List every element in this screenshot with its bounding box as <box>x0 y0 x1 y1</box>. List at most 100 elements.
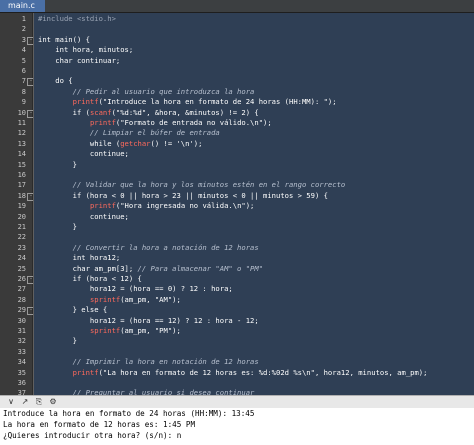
line-number: 12 <box>17 129 26 138</box>
line-number: 34 <box>17 358 26 367</box>
code-line: } <box>34 222 474 232</box>
code-line: while (getchar() != '\n'); <box>34 139 474 149</box>
code-token: // Imprimir la hora en notación de 12 ho… <box>38 357 259 367</box>
code-token: // Convertir la hora a notación de 12 ho… <box>38 242 259 252</box>
line-number: 3 <box>21 35 26 44</box>
code-token: sprintf <box>89 294 121 304</box>
code-token: continue; <box>38 149 129 159</box>
editor-tab-bar: main.c <box>0 0 474 13</box>
code-line: int hora12; <box>34 253 474 263</box>
code-line: // Pedir al usuario que introduzca la ho… <box>34 87 474 97</box>
code-token: (am_pm, "PM"); <box>120 326 181 335</box>
code-line: // Validar que la hora y los minutos est… <box>34 180 474 190</box>
line-number: 21 <box>17 223 26 231</box>
code-token: // Pedir al usuario que introduzca la ho… <box>38 86 255 96</box>
code-token: ("%d:%d", &hora, &minutos) != 2) { <box>111 107 259 117</box>
code-token: ("Introduce la hora en formato de 24 hor… <box>98 97 337 107</box>
line-number: 17 <box>17 181 26 190</box>
settings-gear-icon[interactable]: ⚙ <box>48 397 58 407</box>
console-line: La hora en formato de 12 horas es: 1:45 … <box>3 420 196 429</box>
line-number: 30 <box>17 316 26 325</box>
line-number: 13 <box>17 139 26 148</box>
code-line: do { <box>34 76 474 86</box>
code-line: if (hora < 12) { <box>34 274 474 284</box>
code-token: if (hora < 12) { <box>38 274 142 283</box>
code-line: #include <stdio.h> <box>34 14 474 24</box>
code-line: printf("Introduce la hora en formato de … <box>34 97 474 107</box>
code-token: scanf <box>89 107 112 117</box>
code-token: } <box>38 159 77 169</box>
code-token: if ( <box>38 107 90 117</box>
code-token: (am_pm, "AM"); <box>120 294 181 304</box>
code-token: // Preguntar al usuario si desea continu… <box>38 388 255 395</box>
code-token: sprintf <box>89 326 121 335</box>
line-number: 4 <box>21 46 26 55</box>
line-number: 8 <box>21 87 26 96</box>
code-line: } <box>34 336 474 346</box>
line-number: 9 <box>21 98 26 107</box>
code-line: sprintf(am_pm, "PM"); <box>34 326 474 336</box>
code-token: while ( <box>38 138 121 148</box>
code-token: #include <stdio.h> <box>38 14 116 23</box>
line-number: 27 <box>17 285 26 294</box>
code-line: } else { <box>34 305 474 315</box>
code-token: if (hora < 0 || hora > 23 || minutos < 0… <box>38 190 328 200</box>
code-token: () != '\n'); <box>150 138 203 148</box>
code-line: hora12 = (hora == 12) ? 12 : hora - 12; <box>34 316 474 326</box>
code-token: printf <box>89 201 116 211</box>
code-line: sprintf(am_pm, "AM"); <box>34 295 474 305</box>
code-token: continue; <box>38 211 129 221</box>
line-number: 14 <box>17 150 26 159</box>
code-token: // Validar que la hora y los minutos est… <box>38 180 346 190</box>
code-token: ("Hora ingresada no válida.\n"); <box>115 201 255 211</box>
line-number: 16 <box>17 171 26 179</box>
line-number: 15 <box>17 160 26 169</box>
tab-label: main.c <box>8 1 35 10</box>
code-line: // Limpiar el búfer de entrada <box>34 128 474 138</box>
code-line: printf("Formato de entrada no válido.\n"… <box>34 118 474 128</box>
code-line: continue; <box>34 212 474 222</box>
line-number: 28 <box>17 295 26 304</box>
code-token: } <box>38 222 77 231</box>
code-line: char am_pm[3]; // Para almacenar "AM" o … <box>34 264 474 274</box>
code-token: hora12 = (hora == 12) ? 12 : hora - 12; <box>38 315 259 325</box>
code-token: getchar <box>120 138 151 148</box>
code-token: hora12 = (hora == 0) ? 12 : hora; <box>38 284 233 294</box>
line-number: 10 <box>17 108 26 117</box>
code-token: ("La hora en formato de 12 horas es: %d:… <box>98 367 428 377</box>
console-line: Introduce la hora en formato de 24 horas… <box>3 409 255 418</box>
line-number: 32 <box>17 337 26 346</box>
expand-arrow-icon[interactable]: ↗ <box>20 397 30 407</box>
line-number: 23 <box>17 243 26 252</box>
line-number: 36 <box>17 379 26 387</box>
code-line: if (hora < 0 || hora > 23 || minutos < 0… <box>34 191 474 201</box>
console-toolbar: ∨ ↗ ⎘ ⚙ <box>0 395 474 409</box>
clear-console-icon[interactable]: ⎘ <box>34 397 44 407</box>
line-number: 5 <box>21 56 26 65</box>
line-number: 29 <box>17 306 26 315</box>
console-output[interactable]: Introduce la hora en formato de 24 horas… <box>0 408 474 445</box>
line-number: 19 <box>17 202 26 211</box>
line-number: 24 <box>17 254 26 263</box>
code-token: // Para almacenar "AM" o "PM" <box>137 263 264 273</box>
tab-main-c[interactable]: main.c <box>0 0 45 12</box>
line-number-gutter: 1 2 3-4 5 6 7-8 9 10-11 12 13 14 15 16 17 18-19 20 21 22 2… <box>0 13 35 439</box>
code-line: char continuar; <box>34 56 474 66</box>
line-number: 6 <box>21 67 26 75</box>
line-number: 22 <box>17 233 26 242</box>
code-token: printf <box>72 97 99 107</box>
collapse-chevron-icon[interactable]: ∨ <box>6 397 16 407</box>
line-number: 11 <box>17 119 26 127</box>
code-line: hora12 = (hora == 0) ? 12 : hora; <box>34 284 474 294</box>
code-line: continue; <box>34 149 474 159</box>
code-editor[interactable]: #include <stdio.h> int main() { int hora,… <box>34 13 474 395</box>
line-number: 2 <box>21 25 26 34</box>
code-token: int main() { <box>38 34 90 44</box>
